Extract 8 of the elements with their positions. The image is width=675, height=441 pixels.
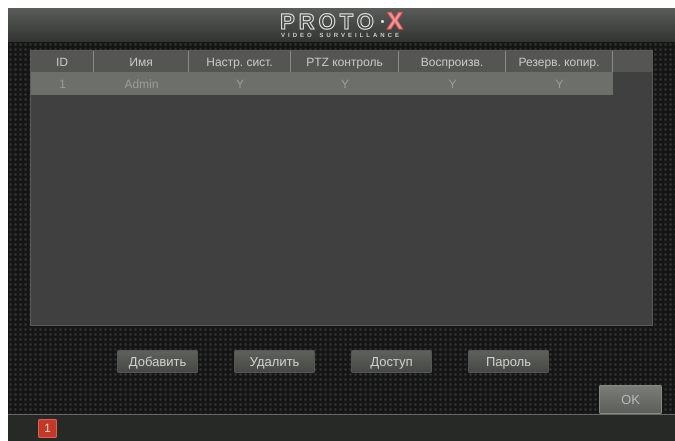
action-button[interactable]: Удалить bbox=[234, 350, 315, 373]
action-button[interactable]: Добавить bbox=[117, 350, 198, 373]
ok-button[interactable]: OK bbox=[599, 385, 662, 414]
action-button[interactable]: Доступ bbox=[351, 350, 432, 373]
logo-mark: X bbox=[386, 10, 403, 32]
action-button[interactable]: Пароль bbox=[468, 350, 549, 373]
logo-text: PROTO bbox=[280, 10, 378, 32]
channel-badge[interactable]: 1 bbox=[38, 418, 57, 438]
